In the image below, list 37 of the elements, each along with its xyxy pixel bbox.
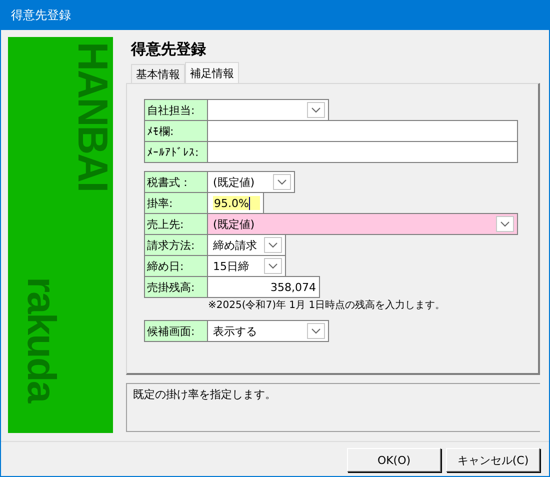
dropdown-field[interactable]: 15日締 xyxy=(208,255,286,277)
field-label: 売上先: xyxy=(144,213,208,235)
dropdown-value: (既定値) xyxy=(213,174,256,190)
dropdown-value: 15日締 xyxy=(213,258,250,274)
input-field[interactable]: 95.0% xyxy=(208,192,264,214)
input-field[interactable] xyxy=(208,141,518,163)
input-value: 358,074 xyxy=(270,280,316,294)
input-value: 95.0% xyxy=(213,196,260,210)
field-label: 自社担当: xyxy=(144,99,208,121)
note-text: ※2025(令和7)年 1月 1日時点の残高を入力します。 xyxy=(208,298,446,312)
dropdown-field[interactable]: 締め請求 xyxy=(208,234,286,256)
field-label: ﾒﾓ欄: xyxy=(144,120,208,142)
logo-text: rakuda xyxy=(21,277,61,402)
field-label: ﾒｰﾙｱﾄﾞﾚｽ: xyxy=(144,141,208,163)
field-label: 請求方法: xyxy=(144,234,208,256)
dropdown-field[interactable]: (既定値) xyxy=(208,171,295,193)
input-field[interactable] xyxy=(208,120,518,142)
field-label: 締め日: xyxy=(144,255,208,277)
help-text: 既定の掛け率を指定します。 xyxy=(133,388,276,401)
dropdown-field[interactable]: (既定値) xyxy=(208,213,518,235)
page-heading: 得意先登録 xyxy=(131,40,207,59)
dialog-button[interactable]: キャンセル(C) xyxy=(446,448,540,472)
input-field[interactable]: 358,074 xyxy=(208,276,320,298)
field-label: 税書式： xyxy=(144,171,208,193)
dropdown-field[interactable] xyxy=(208,99,329,121)
dropdown-field[interactable]: 表示する xyxy=(208,320,329,342)
tab[interactable]: 補足情報 xyxy=(185,62,239,83)
dropdown-value: (既定値) xyxy=(213,216,256,232)
dropdown-value: 表示する xyxy=(213,324,258,338)
tab[interactable]: 基本情報 xyxy=(131,64,185,83)
field-label: 候補画面: xyxy=(144,320,208,342)
window-title: 得意先登録 xyxy=(11,6,71,24)
field-label: 売掛残高: xyxy=(144,276,208,298)
dropdown-value: 締め請求 xyxy=(213,238,258,252)
dialog-button[interactable]: OK(O) xyxy=(347,448,441,472)
logo-text: HANBAI xyxy=(71,42,113,192)
field-label: 掛率: xyxy=(144,192,208,214)
